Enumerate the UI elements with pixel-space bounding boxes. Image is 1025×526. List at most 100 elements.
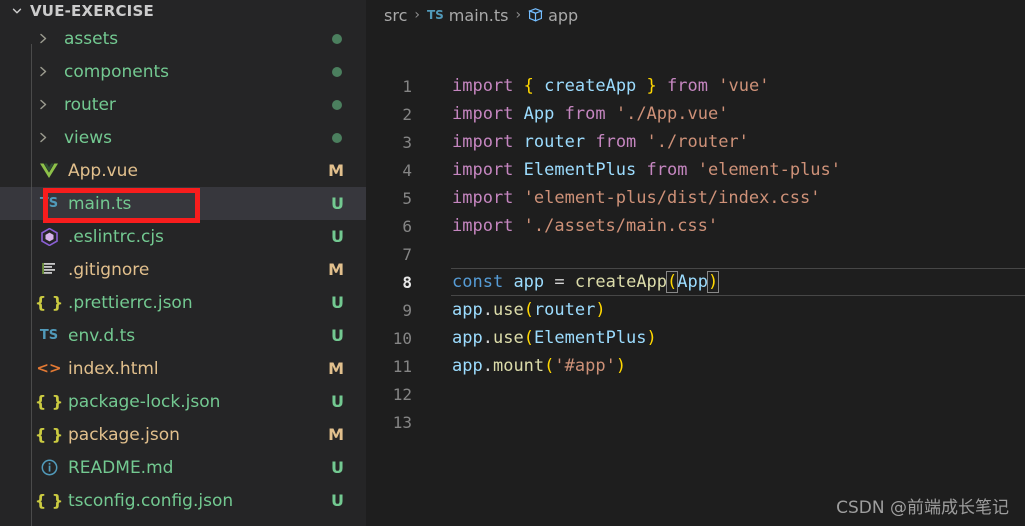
tree-item-main-ts[interactable]: TS main.ts U	[0, 187, 366, 220]
line-number: 9	[402, 300, 412, 320]
token-function: createApp	[574, 272, 668, 292]
tree-item-label: assets	[64, 28, 119, 49]
typescript-icon: TS	[39, 196, 59, 211]
code-line[interactable]: 13	[366, 408, 1025, 436]
tree-item-prettierrc-json[interactable]: { } .prettierrc.json U	[0, 286, 366, 319]
tree-item-tsconfig-config-json[interactable]: { } tsconfig.config.json U	[0, 484, 366, 517]
json-icon: { }	[34, 391, 64, 411]
breadcrumb-root[interactable]: src	[384, 6, 407, 25]
code-line[interactable]: 3 import router from './router'	[366, 128, 1025, 156]
code-line-active[interactable]: 8 const app = createApp(App)	[366, 268, 1025, 296]
breadcrumb[interactable]: src › TS main.ts › app	[366, 0, 1025, 30]
tree-item-env-d-ts[interactable]: TS env.d.ts U	[0, 319, 366, 352]
tree-item-assets[interactable]: assets	[0, 22, 366, 55]
code-text[interactable]: import App from './App.vue'	[424, 104, 728, 124]
tree-item-components[interactable]: components	[0, 55, 366, 88]
chevron-right-icon[interactable]	[38, 98, 58, 111]
line-number: 8	[402, 272, 412, 292]
tree-item-app-vue[interactable]: App.vue M	[0, 154, 366, 187]
chevron-down-icon[interactable]	[8, 2, 26, 20]
tree-item-label: router	[64, 94, 116, 115]
code-text[interactable]: import { createApp } from 'vue'	[424, 76, 769, 96]
watermark-text: CSDN @前端成长笔记	[836, 498, 1009, 518]
line-number: 5	[402, 188, 412, 208]
tree-item-label: components	[64, 61, 170, 82]
token-keyword: import	[452, 216, 514, 236]
code-text[interactable]: import router from './router'	[424, 132, 749, 152]
code-content[interactable]: 1 import { createApp } from 'vue' 2 impo…	[366, 30, 1025, 436]
code-text[interactable]: app.use(ElementPlus)	[424, 328, 657, 348]
token-identifier: router	[533, 300, 596, 320]
token-operator: .	[482, 328, 493, 348]
token-identifier: app	[452, 328, 483, 348]
tree-item-tsconfig-json[interactable]: tsconfig.json U	[0, 517, 366, 526]
token-method: use	[492, 328, 524, 348]
token-keyword: import	[452, 104, 514, 124]
tree-item-eslintrc-cjs[interactable]: .eslintrc.cjs U	[0, 220, 366, 253]
code-line[interactable]: 6 import './assets/main.css'	[366, 212, 1025, 240]
token-method: mount	[492, 356, 545, 376]
code-line[interactable]: 12	[366, 380, 1025, 408]
line-number: 2	[402, 104, 412, 124]
tree-item-index-html[interactable]: <> index.html M	[0, 352, 366, 385]
tree-item-views[interactable]: views	[0, 121, 366, 154]
token-bracket-match-close: )	[706, 271, 720, 293]
token-brace: {	[523, 76, 534, 96]
tree-item-gitignore[interactable]: .gitignore M	[0, 253, 366, 286]
token-keyword: const	[452, 272, 504, 292]
code-line[interactable]: 11 app.mount('#app')	[366, 352, 1025, 380]
token-string: 'vue'	[718, 76, 770, 96]
token-keyword: from	[667, 76, 708, 96]
chevron-right-icon[interactable]	[38, 32, 58, 45]
code-text[interactable]: import './assets/main.css'	[424, 216, 718, 236]
git-status-badge: U	[331, 458, 344, 477]
line-number: 11	[392, 356, 412, 376]
git-status-badge: M	[328, 425, 344, 444]
tree-item-package-json[interactable]: { } package.json M	[0, 418, 366, 451]
code-line[interactable]: 9 app.use(router)	[366, 296, 1025, 324]
code-line[interactable]: 2 import App from './App.vue'	[366, 100, 1025, 128]
token-operator: =	[554, 272, 565, 292]
code-text[interactable]: import 'element-plus/dist/index.css'	[424, 188, 820, 208]
token-string: 'element-plus/dist/index.css'	[523, 188, 821, 208]
token-paren: (	[544, 356, 555, 376]
token-method: use	[492, 300, 524, 320]
code-line[interactable]: 10 app.use(ElementPlus)	[366, 324, 1025, 352]
token-operator: .	[482, 300, 493, 320]
breadcrumb-separator-icon: ›	[414, 7, 420, 23]
git-icon	[36, 262, 62, 277]
token-keyword: import	[452, 188, 514, 208]
code-text[interactable]: const app = createApp(App)	[424, 271, 720, 293]
git-status-badge: M	[328, 161, 344, 180]
code-line[interactable]: 4 import ElementPlus from 'element-plus'	[366, 156, 1025, 184]
line-number: 1	[402, 76, 412, 96]
tree-item-router[interactable]: router	[0, 88, 366, 121]
breadcrumb-file[interactable]: main.ts	[449, 6, 509, 25]
json-icon: { }	[34, 490, 64, 510]
html-icon: <>	[36, 359, 62, 377]
git-status-badge: U	[331, 293, 344, 312]
breadcrumb-symbol[interactable]: app	[548, 6, 578, 25]
git-status-badge: U	[331, 491, 344, 510]
code-line[interactable]: 5 import 'element-plus/dist/index.css'	[366, 184, 1025, 212]
tree-item-package-lock-json[interactable]: { } package-lock.json U	[0, 385, 366, 418]
git-status-badge: U	[331, 326, 344, 345]
token-keyword: import	[452, 160, 514, 180]
tree-item-label: App.vue	[68, 160, 138, 181]
chevron-right-icon[interactable]	[38, 65, 58, 78]
tree-item-readme-md[interactable]: README.md U	[0, 451, 366, 484]
code-text[interactable]: app.mount('#app')	[424, 356, 626, 376]
explorer-folder-header[interactable]: VUE-EXERCISE	[0, 0, 366, 22]
tree-item-label: env.d.ts	[68, 325, 136, 346]
code-line[interactable]: 1 import { createApp } from 'vue'	[366, 72, 1025, 100]
tree-item-label: README.md	[68, 457, 174, 478]
token-keyword: import	[452, 76, 514, 96]
git-status-badge: U	[331, 392, 344, 411]
git-status-dot	[332, 66, 342, 77]
chevron-right-icon[interactable]	[38, 131, 58, 144]
code-line[interactable]: 7	[366, 240, 1025, 268]
code-text[interactable]: import ElementPlus from 'element-plus'	[424, 160, 841, 180]
token-keyword: from	[646, 160, 688, 180]
code-text[interactable]: app.use(router)	[424, 300, 606, 320]
token-identifier: ElementPlus	[523, 160, 637, 180]
